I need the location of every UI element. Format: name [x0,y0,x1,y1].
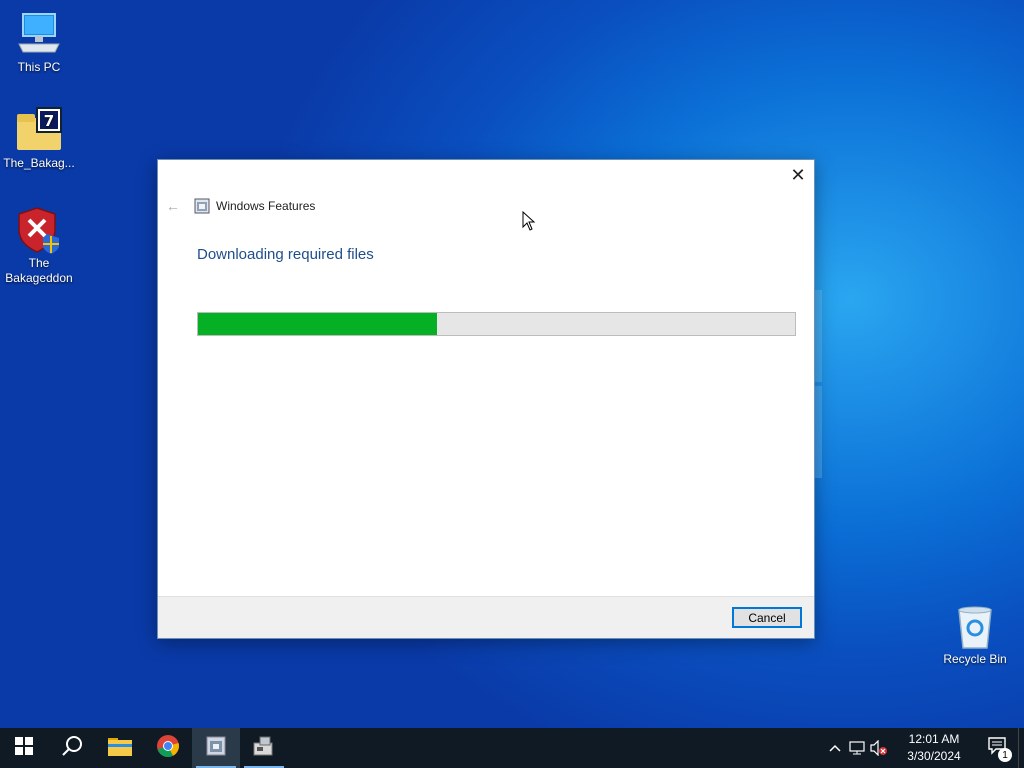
taskbar-clock[interactable]: 12:01 AM 3/30/2024 [894,731,974,765]
search-button[interactable] [48,728,96,768]
page-heading: Downloading required files [197,246,374,263]
notification-count-badge: 1 [998,748,1012,762]
desktop-icon-label: Recycle Bin [943,652,1007,666]
windows-features-icon [194,198,210,214]
mouse-cursor-icon [522,210,536,235]
system-tray: 12:01 AM 3/30/2024 1 [824,728,1024,768]
svg-text:7: 7 [44,112,54,130]
network-icon[interactable] [846,728,868,768]
show-hidden-icons-chevron-icon[interactable] [824,728,846,768]
dialog-nav: ← Windows Features [166,196,315,216]
chrome-icon [156,734,180,762]
clock-date: 3/30/2024 [907,749,961,763]
desktop-icon-bakageddon[interactable]: The Bakageddon [0,206,78,286]
folder-icon [108,736,132,760]
action-center-button[interactable]: 1 [978,728,1018,768]
download-progress-bar [197,312,796,336]
close-button[interactable]: ✕ [786,164,810,186]
taskbar: 12:01 AM 3/30/2024 1 [0,728,1024,768]
shield-error-icon [15,206,63,254]
dialog-title: Windows Features [216,199,316,213]
7zip-archive-icon: 7 [15,106,63,154]
recycle-bin-icon [951,602,999,650]
installer-button[interactable] [240,728,288,768]
close-icon: ✕ [790,164,806,186]
windows-features-button[interactable] [192,728,240,768]
cancel-button[interactable]: Cancel [732,607,802,628]
windows-features-dialog: ✕ ← Windows Features Downloading require… [157,159,815,639]
desktop-icon-this-pc[interactable]: This PC [0,10,78,75]
clock-time: 12:01 AM [908,732,960,746]
volume-muted-icon[interactable] [868,728,890,768]
file-explorer-button[interactable] [96,728,144,768]
desktop-icon-recycle-bin[interactable]: Recycle Bin [936,602,1014,667]
desktop-icon-label: This PC [17,60,61,74]
search-icon [61,735,83,761]
desktop-icon-label: The_Bakag... [3,156,75,170]
progress-fill [198,313,437,335]
computer-icon [15,10,63,58]
dialog-footer: Cancel [158,596,814,638]
start-button[interactable] [0,728,48,768]
back-arrow-icon[interactable]: ← [166,198,182,214]
windows-logo-icon [15,737,33,759]
show-desktop-button[interactable] [1018,728,1024,768]
desktop-icon-label: The Bakageddon [5,256,73,285]
chrome-button[interactable] [144,728,192,768]
installer-icon [252,735,276,761]
windows-features-icon [205,735,227,761]
desktop-icon-bakag-archive[interactable]: 7 The_Bakag... [0,106,78,171]
